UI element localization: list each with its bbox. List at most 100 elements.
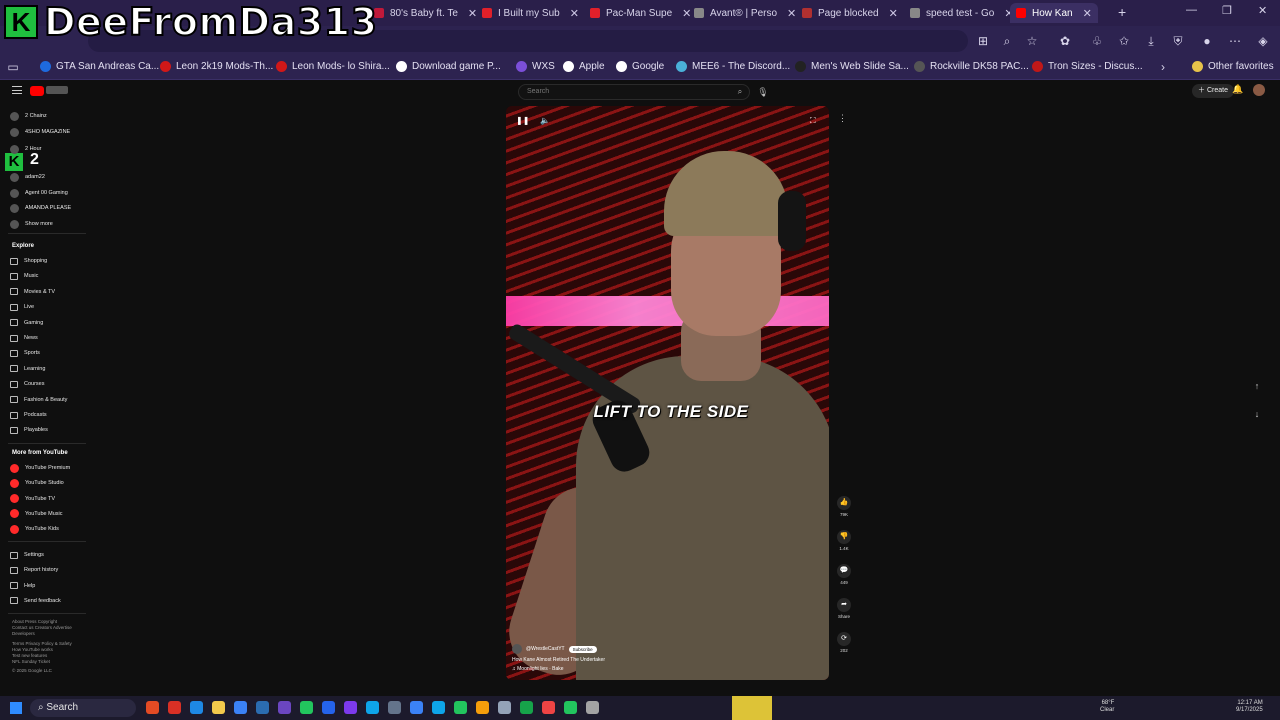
bookmark-item[interactable]: Leon 2k19 Mods-Th... <box>160 61 273 72</box>
sidebar-more-item[interactable]: YouTube Studio <box>10 477 64 489</box>
dislike-button[interactable]: 👎 1.4K <box>834 530 854 551</box>
video-title[interactable]: How Kane Almost Retired The Undertaker <box>512 657 812 663</box>
sidebar-subscription[interactable]: Agent 00 Gaming <box>10 187 68 199</box>
profile-icon[interactable]: ● <box>1200 34 1214 48</box>
previous-short-arrow-icon[interactable]: ↑ <box>1250 379 1264 393</box>
sidebar-settings-item[interactable]: Settings <box>10 549 44 561</box>
youtube-wordmark[interactable] <box>46 86 68 94</box>
sidebar-explore-item[interactable]: Live <box>10 301 34 313</box>
k-app-icon[interactable] <box>564 701 577 714</box>
sidebar-explore-item[interactable]: Movies & TV <box>10 286 55 298</box>
remix-button[interactable]: ⟳ 202 <box>834 632 854 653</box>
subscribe-button[interactable]: Subscribe <box>568 645 597 653</box>
extension-icon[interactable]: ✿ <box>1058 34 1072 48</box>
close-tab-icon[interactable]: ✕ <box>570 7 579 20</box>
fullscreen-icon[interactable]: ⛶ <box>810 116 816 126</box>
search-input[interactable]: Search <box>518 84 750 100</box>
next-short-arrow-icon[interactable]: ↓ <box>1250 407 1264 421</box>
chrome-icon[interactable] <box>168 701 181 714</box>
sidebar-explore-item[interactable]: Playables <box>10 424 48 436</box>
close-tab-icon[interactable]: ✕ <box>889 7 898 20</box>
sidebar-explore-item[interactable]: News <box>10 332 38 344</box>
sidebar-more-item[interactable]: YouTube Music <box>10 508 63 520</box>
app-icon[interactable] <box>344 701 357 714</box>
sidebar-subscription[interactable]: 2 Chainz <box>10 110 47 122</box>
sidebar-more-item[interactable]: YouTube Premium <box>10 462 70 474</box>
close-window-button[interactable]: ✕ <box>1258 4 1267 17</box>
spotify-icon[interactable] <box>454 701 467 714</box>
word-icon[interactable] <box>410 701 423 714</box>
browser-essentials-icon[interactable]: ⛨ <box>1171 34 1185 48</box>
media-icon[interactable] <box>498 701 511 714</box>
downloads-icon[interactable]: ⤓ <box>1144 34 1158 48</box>
folder-icon[interactable] <box>476 701 489 714</box>
footer-line[interactable]: Developers <box>12 631 90 637</box>
favorite-star-icon[interactable]: ☆ <box>1025 34 1039 48</box>
bookmark-item[interactable]: MEE6 - The Discord... <box>676 61 790 72</box>
bookmark-item[interactable]: Leon Mods- lo Shira... <box>276 61 390 72</box>
reading-view-icon[interactable]: ▭ <box>6 60 20 74</box>
close-tab-icon[interactable]: ✕ <box>787 7 796 20</box>
copilot-icon[interactable]: ◈ <box>1256 34 1270 48</box>
channel-name[interactable]: @WrestleCastYT <box>526 646 565 652</box>
firefox-icon[interactable] <box>146 701 159 714</box>
sidebar-subscription[interactable]: adam22 <box>10 171 45 183</box>
telegram-icon[interactable] <box>432 701 445 714</box>
bookmark-item[interactable]: Other favorites <box>1192 61 1274 72</box>
shopping-icon[interactable]: ♧ <box>1090 34 1104 48</box>
edge-icon[interactable] <box>190 701 203 714</box>
steam-icon[interactable] <box>586 701 599 714</box>
bookmark-item[interactable]: Men's Web Slide Sa... <box>795 61 909 72</box>
taskbar-search[interactable]: ⌕ Search <box>30 699 136 717</box>
file-explorer-icon[interactable] <box>212 701 225 714</box>
account-avatar[interactable] <box>1253 84 1265 96</box>
nvidia-icon[interactable] <box>520 701 533 714</box>
sidebar-settings-item[interactable]: Help <box>10 580 35 592</box>
create-button[interactable]: ＋ Create <box>1192 84 1234 98</box>
more-options-icon[interactable]: ⋮ <box>838 113 847 124</box>
vscode-icon[interactable] <box>366 701 379 714</box>
split-screen-icon[interactable]: ⊞ <box>976 34 990 48</box>
bookmark-item[interactable]: Rockville DK58 PAC... <box>914 61 1029 72</box>
obs-icon[interactable] <box>542 701 555 714</box>
sidebar-more-item[interactable]: YouTube TV <box>10 493 55 505</box>
volume-icon[interactable]: 🔈 <box>540 116 550 125</box>
xbox-icon[interactable] <box>300 701 313 714</box>
start-button-icon[interactable] <box>10 702 22 714</box>
share-button[interactable]: ➦ Share <box>834 598 854 619</box>
favorites-icon[interactable]: ✩ <box>1117 34 1131 48</box>
sidebar-explore-item[interactable]: Music <box>10 270 38 282</box>
short-video-player[interactable]: LIFT TO THE SIDE ❚❚ 🔈 ⛶ @WrestleCastYT S… <box>506 106 829 680</box>
browser-tab[interactable]: 80's Baby ft. Te ✕ <box>368 3 483 23</box>
sidebar-settings-item[interactable]: Send feedback <box>10 595 61 607</box>
browser-tab[interactable]: Avant® | Perso ✕ <box>688 3 802 23</box>
photos-icon[interactable] <box>322 701 335 714</box>
clock[interactable]: 12:17 AM 9/17/2025 <box>1236 700 1263 714</box>
bookmarks-overflow-icon[interactable]: › <box>1156 60 1170 74</box>
sidebar-explore-item[interactable]: Learning <box>10 363 45 375</box>
browser-tab[interactable]: I Built my Sub ✕ <box>476 3 585 23</box>
settings-icon[interactable] <box>388 701 401 714</box>
maximize-button[interactable]: ❐ <box>1222 4 1232 17</box>
sidebar-subscription[interactable]: 2 Hour <box>10 143 42 155</box>
sidebar-explore-item[interactable]: Sports <box>10 347 40 359</box>
mail-icon[interactable] <box>256 701 269 714</box>
store-icon[interactable] <box>234 701 247 714</box>
new-tab-button[interactable]: + <box>1118 4 1126 20</box>
browser-tab[interactable]: How Kan ✕ <box>1010 3 1098 23</box>
footer-line[interactable]: © 2025 Google LLC <box>12 668 90 674</box>
comments-button[interactable]: 💬 449 <box>834 564 854 585</box>
sidebar-explore-item[interactable]: Fashion & Beauty <box>10 394 67 406</box>
bookmark-item[interactable]: Apple <box>563 61 605 72</box>
bookmark-item[interactable]: Google <box>616 61 664 72</box>
sidebar-more-item[interactable]: YouTube Kids <box>10 523 59 535</box>
hamburger-menu-icon[interactable] <box>12 86 22 94</box>
sidebar-explore-item[interactable]: Courses <box>10 378 44 390</box>
minimize-button[interactable]: — <box>1186 4 1197 16</box>
teams-icon[interactable] <box>278 701 291 714</box>
sidebar-settings-item[interactable]: Report history <box>10 564 58 576</box>
search-icon[interactable]: ⌕ <box>730 84 750 100</box>
browser-tab[interactable]: speed test - Go ✕ <box>904 3 1020 23</box>
browser-tab[interactable]: Page blocked ✕ <box>796 3 904 23</box>
music-label[interactable]: ♫ Moonlight lies · Bake <box>512 666 812 672</box>
